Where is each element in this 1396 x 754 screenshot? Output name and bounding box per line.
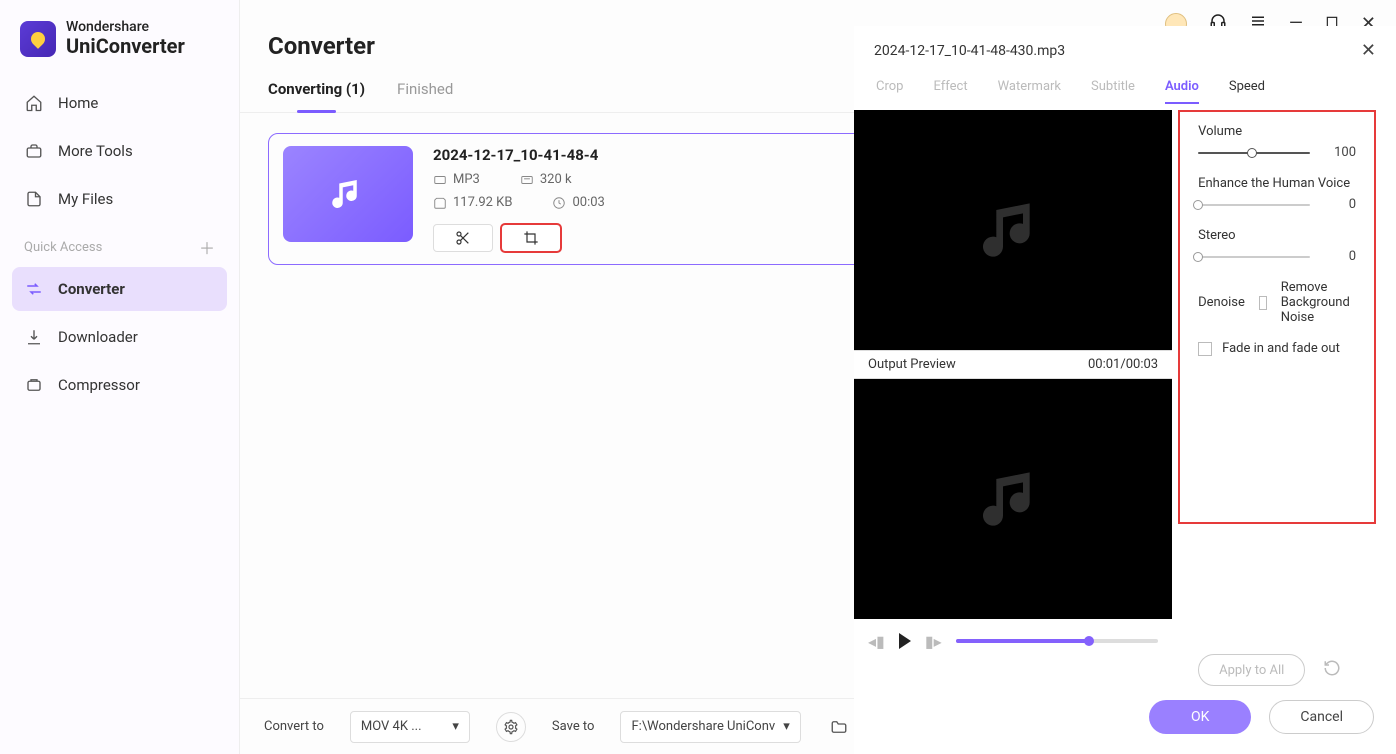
files-icon [24,189,44,209]
prev-frame-icon[interactable]: ◂▮ [868,632,885,651]
toolbox-icon [24,141,44,161]
file-size: 117.92 KB [433,195,512,210]
preview-output [854,379,1172,619]
compressor-icon [24,375,44,395]
tab-finished[interactable]: Finished [397,80,453,112]
file-bitrate: 320 k [520,172,572,187]
file-format: MP3 [433,172,480,187]
convert-to-label: Convert to [264,719,324,734]
brand-top: Wondershare [66,20,185,35]
reset-icon[interactable] [1323,659,1341,681]
play-button[interactable] [899,633,911,649]
sidebar-item-compressor[interactable]: Compressor [12,363,227,407]
tab-subtitle[interactable]: Subtitle [1091,79,1135,104]
audio-settings-panel: Volume 100 Enhance the Human Voice 0 [1178,110,1376,524]
apply-to-all-button[interactable]: Apply to All [1198,654,1305,686]
enhance-voice-label: Enhance the Human Voice [1198,176,1356,191]
sidebar: Wondershare UniConverter Home More Tools… [0,0,240,754]
brand-logo-icon [20,21,56,57]
time-display: 00:01/00:03 [1088,357,1158,372]
add-quick-access-icon[interactable]: ＋ [199,235,215,259]
cancel-button[interactable]: Cancel [1269,700,1374,734]
file-thumbnail [283,146,413,242]
editor-filename: 2024-12-17_10-41-48-430.mp3 [874,43,1065,59]
stereo-label: Stereo [1198,228,1356,243]
transport-controls: ◂▮ ▮▸ [854,619,1172,663]
sidebar-item-label: Compressor [58,376,140,394]
stereo-value: 0 [1328,249,1356,264]
tab-speed[interactable]: Speed [1229,79,1265,104]
crop-button[interactable] [501,224,561,252]
file-card[interactable]: 2024-12-17_10-41-48-4 MP3 320 k 117.92 K… [268,133,868,265]
denoise-label: Denoise [1198,295,1245,310]
download-icon [24,327,44,347]
open-folder-button[interactable] [827,715,851,739]
editor-modal: 2024-12-17_10-41-48-430.mp3 ✕ Crop Effec… [854,26,1396,754]
file-duration: 00:03 [552,195,604,210]
sidebar-item-converter[interactable]: Converter [12,267,227,311]
editor-tabs: Crop Effect Watermark Subtitle Audio Spe… [854,71,1396,104]
home-icon [24,93,44,113]
volume-value: 100 [1328,145,1356,160]
volume-slider[interactable] [1198,152,1310,154]
save-to-select[interactable]: F:\Wondershare UniConv ▾ [620,711,800,743]
output-preview-label: Output Preview [868,357,956,372]
trim-button[interactable] [433,224,493,252]
sidebar-item-label: Converter [58,280,125,298]
sidebar-item-label: More Tools [58,142,133,160]
convert-to-select[interactable]: MOV 4K ... ▾ [350,711,470,743]
tab-watermark[interactable]: Watermark [998,79,1061,104]
tab-crop[interactable]: Crop [876,79,903,104]
settings-button[interactable] [496,712,526,742]
volume-label: Volume [1198,124,1356,139]
enhance-voice-value: 0 [1328,197,1356,212]
file-name: 2024-12-17_10-41-48-4 [433,146,853,164]
close-editor-icon[interactable]: ✕ [1361,40,1376,61]
remove-bg-noise-checkbox[interactable] [1259,296,1267,310]
next-frame-icon[interactable]: ▮▸ [925,632,942,651]
fade-label: Fade in and fade out [1222,341,1340,356]
progress-bar[interactable] [956,639,1158,643]
quick-access-label: Quick Access [24,240,102,255]
chevron-down-icon: ▾ [783,719,790,734]
sidebar-item-downloader[interactable]: Downloader [12,315,227,359]
converter-icon [24,279,44,299]
sidebar-item-home[interactable]: Home [12,81,227,125]
tab-effect[interactable]: Effect [933,79,967,104]
fade-checkbox[interactable] [1198,342,1212,356]
save-to-label: Save to [552,719,595,734]
ok-button[interactable]: OK [1149,700,1251,734]
sidebar-item-my-files[interactable]: My Files [12,177,227,221]
tab-audio[interactable]: Audio [1165,79,1199,104]
tab-converting[interactable]: Converting (1) [268,80,365,112]
sidebar-item-label: Home [58,94,98,112]
sidebar-item-more-tools[interactable]: More Tools [12,129,227,173]
stereo-slider[interactable] [1198,256,1310,258]
brand-bottom: UniConverter [66,35,185,57]
enhance-voice-slider[interactable] [1198,204,1310,206]
remove-bg-noise-label: Remove Background Noise [1281,280,1356,325]
preview-input [854,110,1172,350]
brand-logo: Wondershare UniConverter [0,20,239,81]
sidebar-item-label: Downloader [58,328,138,346]
sidebar-item-label: My Files [58,190,113,208]
chevron-down-icon: ▾ [452,719,459,734]
